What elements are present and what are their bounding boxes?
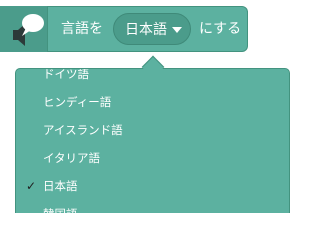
- chevron-down-icon: [172, 27, 182, 33]
- language-option-label: 日本語: [43, 179, 78, 193]
- language-option-label: イタリア語: [43, 151, 101, 165]
- selected-language-label: 日本語: [125, 22, 167, 38]
- language-option-label: 韓国語: [43, 207, 78, 213]
- block-suffix-label: にする: [199, 21, 242, 37]
- language-option-item[interactable]: ✓ 日本語: [16, 172, 289, 200]
- language-option-item[interactable]: ヒンディー語: [16, 88, 289, 116]
- speech-bubble-icon: [0, 6, 48, 52]
- language-options-list[interactable]: ドイツ語ヒンディー語アイスランド語イタリア語 ✓ 日本語韓国語: [15, 68, 290, 213]
- block-prefix-label: 言語を: [61, 21, 103, 37]
- language-option-item[interactable]: アイスランド語: [16, 116, 289, 144]
- language-option-label: ドイツ語: [43, 68, 89, 81]
- language-option-label: アイスランド語: [43, 123, 123, 137]
- language-option-item[interactable]: 韓国語: [16, 200, 289, 213]
- language-dropdown-menu[interactable]: 日本語: [113, 13, 191, 45]
- language-option-label: ヒンディー語: [43, 95, 112, 109]
- workspace: 言語を 日本語 にする ドイツ語ヒンディー語アイスランド語イタリア語 ✓ 日本語韓国…: [0, 0, 300, 213]
- checkmark-icon: ✓: [26, 179, 37, 193]
- language-option-item[interactable]: イタリア語: [16, 144, 289, 172]
